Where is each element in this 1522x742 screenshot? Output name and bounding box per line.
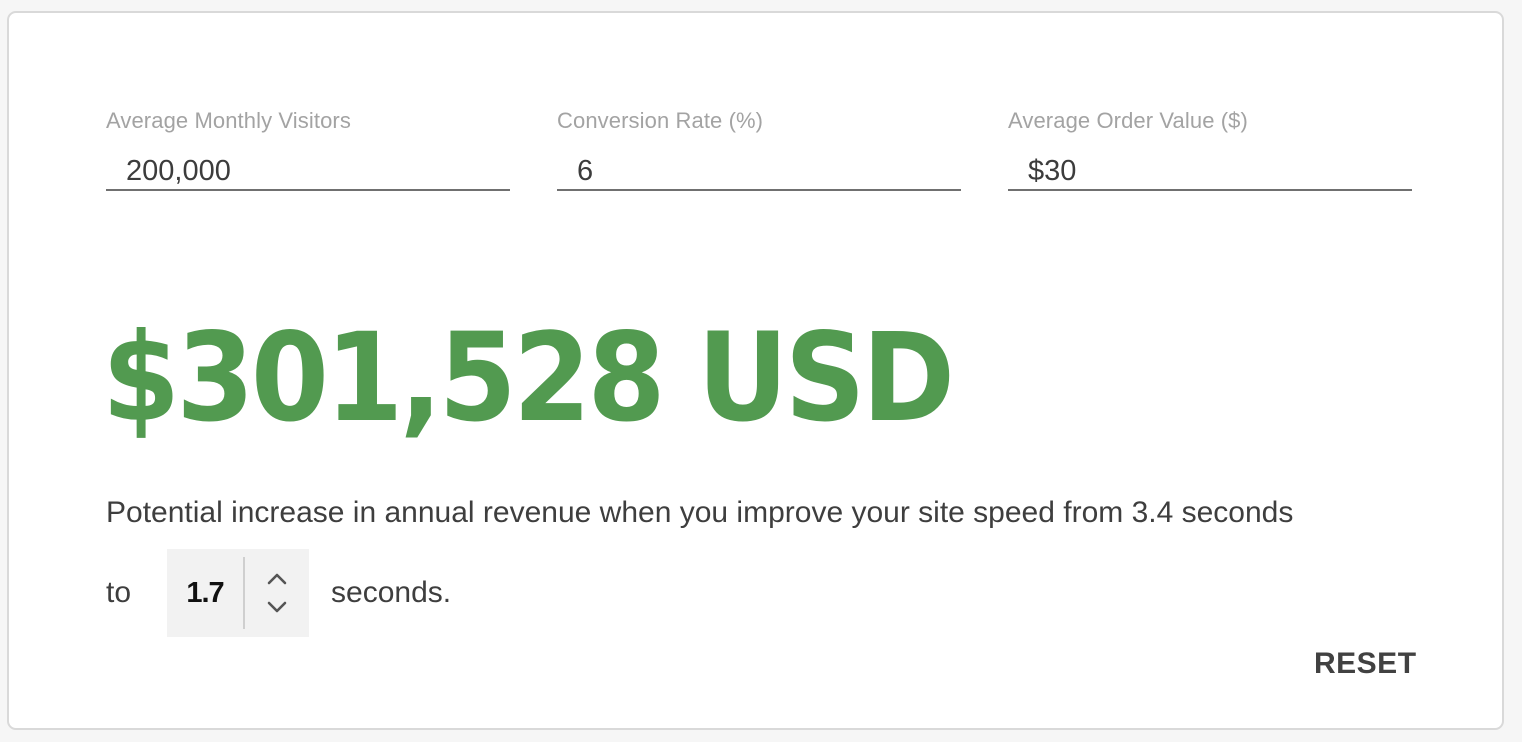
order-value-label: Average Order Value ($) bbox=[1008, 108, 1248, 133]
conversion-rate-field: Conversion Rate (%) bbox=[557, 107, 961, 191]
revenue-description: Potential increase in annual revenue whe… bbox=[106, 496, 1294, 529]
target-seconds-value[interactable]: 1.7 bbox=[167, 577, 243, 610]
chevron-up-icon[interactable] bbox=[266, 572, 288, 586]
order-value-input[interactable] bbox=[1008, 153, 1412, 191]
monthly-visitors-field: Average Monthly Visitors bbox=[106, 107, 510, 191]
monthly-visitors-label: Average Monthly Visitors bbox=[106, 108, 351, 133]
conversion-rate-input[interactable] bbox=[557, 153, 961, 191]
target-speed-row: to 1.7 seconds. bbox=[106, 549, 451, 637]
target-seconds-stepper[interactable]: 1.7 bbox=[167, 549, 310, 637]
to-label: to bbox=[106, 576, 132, 609]
order-value-field: Average Order Value ($) bbox=[1008, 107, 1412, 191]
revenue-calculator-card: Average Monthly Visitors Conversion Rate… bbox=[7, 11, 1504, 730]
chevron-down-icon[interactable] bbox=[266, 600, 288, 614]
reset-button[interactable]: RESET bbox=[1314, 647, 1417, 681]
monthly-visitors-input[interactable] bbox=[106, 153, 510, 191]
revenue-increase-amount: $301,528 USD bbox=[102, 307, 955, 449]
conversion-rate-label: Conversion Rate (%) bbox=[557, 108, 764, 133]
stepper-arrows bbox=[245, 572, 309, 614]
seconds-suffix: seconds. bbox=[331, 576, 452, 609]
